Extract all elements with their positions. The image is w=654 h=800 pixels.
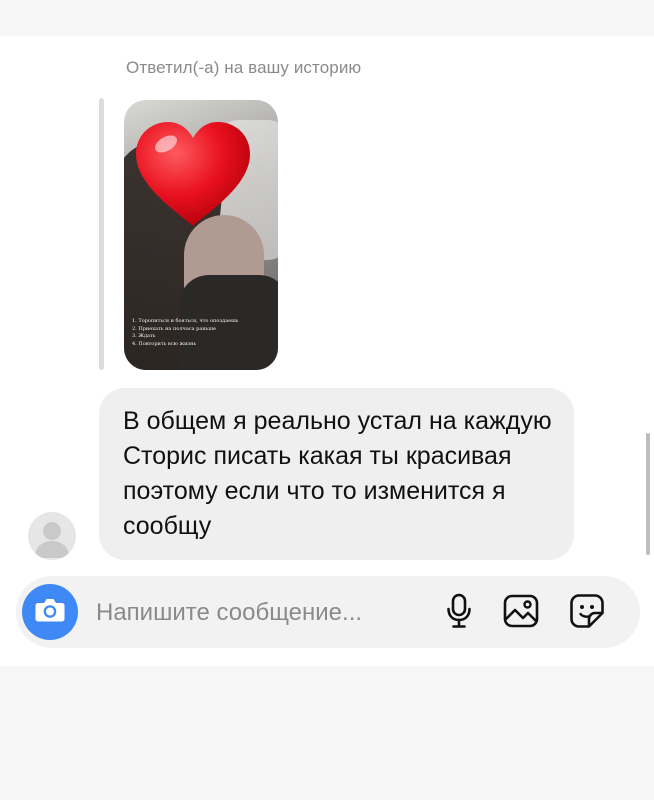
sticker-button[interactable] [568,593,606,634]
gallery-button[interactable] [502,594,540,632]
scrollbar[interactable] [646,433,650,555]
chat-screen: Ответил(-а) на вашу историю 1. Торопитьс [0,36,654,666]
message-composer [16,576,640,648]
camera-icon [34,596,66,629]
gallery-icon [503,594,539,633]
reply-quote-bar [99,98,104,370]
story-line: 4. Повторить всю жизнь [132,340,197,347]
story-text-overlay: 1. Торопиться и бояться, что опоздаешь 2… [132,318,274,348]
microphone-icon [445,593,473,634]
story-thumbnail[interactable]: 1. Торопиться и бояться, что опоздаешь 2… [124,100,278,370]
sticker-icon [569,593,605,634]
story-line: 2. Приехать на полчаса раньше [132,325,217,332]
message-text: В общем я реально устал на каждую Сторис… [123,407,552,540]
avatar-icon[interactable] [28,512,76,560]
message-bubble[interactable]: В общем я реально устал на каждую Сторис… [99,388,574,560]
heart-icon [132,118,254,230]
camera-button[interactable] [22,584,78,640]
story-line: 3. Ждать [132,333,156,339]
microphone-button[interactable] [440,593,478,634]
story-reply-label: Ответил(-а) на вашу историю [126,58,362,77]
message-input[interactable] [96,596,426,630]
story-line: 1. Торопиться и бояться, что опоздаешь [132,318,239,324]
